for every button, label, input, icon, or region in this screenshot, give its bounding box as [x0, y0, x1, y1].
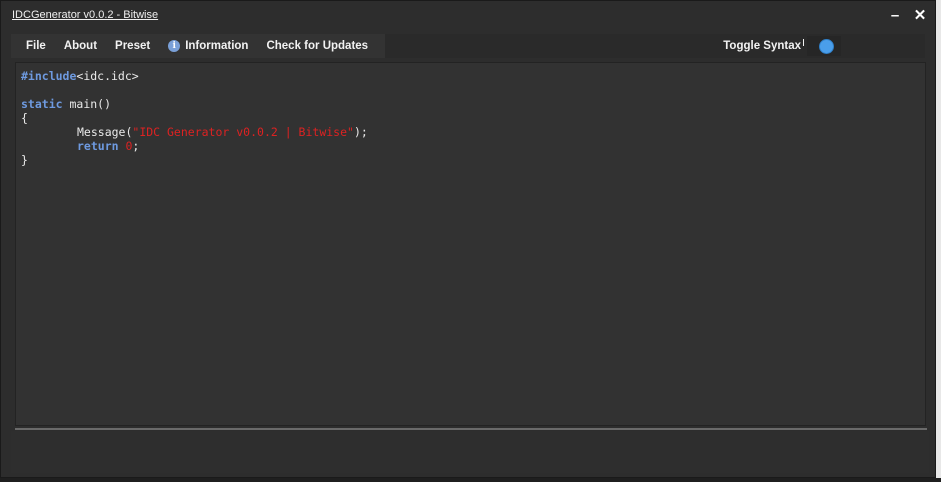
code-line: Message("IDC Generator v0.0.2 | Bitwise"… — [21, 125, 925, 139]
menu-preset[interactable]: Preset — [106, 34, 159, 58]
minimize-button[interactable]: – — [885, 6, 905, 26]
include-keyword: #include — [21, 69, 77, 83]
toggle-syntax-area: Toggle Syntax — [723, 34, 925, 58]
toggle-syntax-label: Toggle Syntax — [723, 40, 801, 52]
menu-bar: File About Preset i Information Check fo… — [11, 34, 925, 58]
toggle-knob — [819, 39, 834, 54]
message-string: "IDC Generator v0.0.2 | Bitwise" — [132, 125, 354, 139]
toggle-syntax-switch[interactable] — [807, 36, 841, 56]
code-editor[interactable]: #include<idc.idc> static main() { Messag… — [15, 62, 926, 426]
return-keyword: return — [77, 139, 119, 153]
status-divider — [15, 428, 927, 430]
menu-check-for-updates[interactable]: Check for Updates — [257, 34, 377, 58]
message-end: ); — [353, 125, 368, 139]
return-end: ; — [132, 139, 140, 153]
code-line: static main() — [21, 97, 925, 111]
background-edge-bottom — [0, 478, 941, 482]
close-brace: } — [21, 153, 28, 167]
menu-about[interactable]: About — [55, 34, 106, 58]
background-edge-right — [936, 0, 941, 482]
message-call: Message( — [77, 125, 133, 139]
menu-group: File About Preset i Information Check fo… — [11, 34, 385, 58]
function-signature: main() — [62, 97, 112, 111]
code-line: #include<idc.idc> — [21, 69, 925, 83]
include-target: <idc.idc> — [76, 69, 139, 83]
toggle-marker — [803, 38, 804, 46]
menu-information[interactable]: i Information — [159, 34, 257, 58]
close-button[interactable]: ✕ — [910, 6, 930, 26]
info-icon: i — [168, 40, 181, 52]
code-line: { — [21, 111, 925, 125]
code-line: return 0; — [21, 139, 925, 153]
title-bar[interactable]: IDCGenerator v0.0.2 - Bitwise – ✕ — [1, 1, 935, 31]
status-bar — [11, 431, 929, 473]
window-title: IDCGenerator v0.0.2 - Bitwise — [12, 9, 159, 21]
app-window: IDCGenerator v0.0.2 - Bitwise – ✕ File A… — [0, 0, 936, 478]
open-brace: { — [21, 111, 28, 125]
static-keyword: static — [21, 97, 63, 111]
menu-file[interactable]: File — [11, 34, 55, 58]
code-line: } — [21, 153, 925, 167]
